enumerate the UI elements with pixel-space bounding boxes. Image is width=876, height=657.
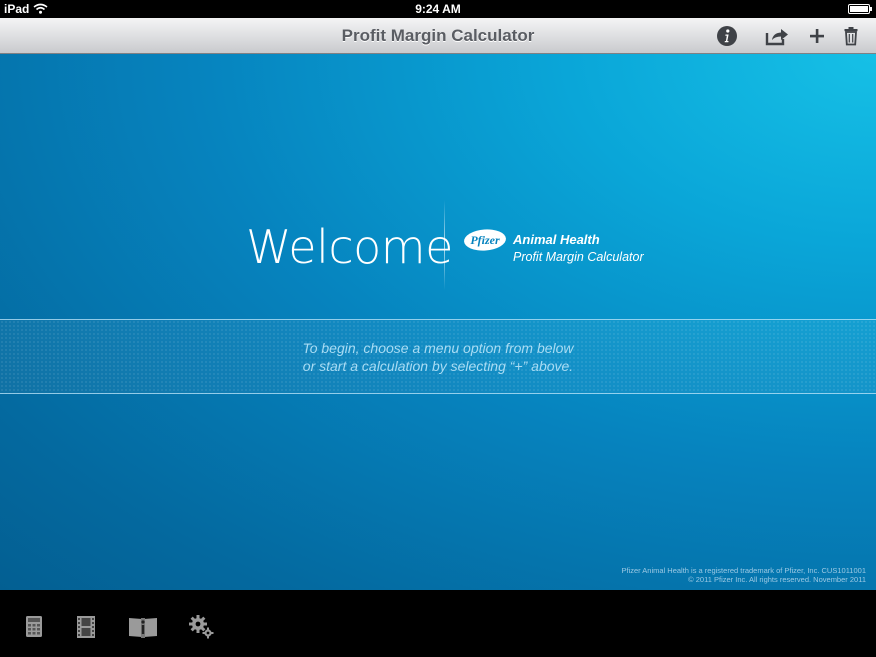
calculator-icon [26,616,42,637]
film-icon [77,616,95,638]
legal-line-1: Pfizer Animal Health is a registered tra… [621,566,866,575]
welcome-heading: Welcome [246,220,453,274]
plus-icon [810,29,824,43]
settings-button[interactable] [188,614,216,640]
bottom-toolbar [0,590,876,657]
status-time: 9:24 AM [415,2,461,16]
info-guide-button[interactable] [128,614,158,640]
trash-icon [844,27,858,46]
share-icon [765,29,788,46]
instruction-line-2: or start a calculation by selecting “+” … [302,358,574,374]
product-name: Profit Margin Calculator [513,250,644,264]
pfizer-logo: Pfizer [463,228,507,252]
add-calculation-button[interactable] [805,24,831,48]
instruction-line-1: To begin, choose a menu option from belo… [302,340,574,356]
page-title: Profit Margin Calculator [341,26,535,45]
info-icon [717,26,737,46]
status-bar: iPad 9:24 AM [0,0,876,18]
share-button[interactable] [764,24,790,48]
vertical-divider [444,200,445,290]
logo-wordmark: Pfizer [470,233,500,247]
navigation-bar: Profit Margin Calculator [0,18,876,54]
info-book-icon [129,618,157,638]
settings-gears-icon [189,615,214,639]
instruction-band: To begin, choose a menu option from belo… [0,319,876,394]
welcome-screen: Welcome Pfizer Animal Health Profit Marg… [0,54,876,590]
brand-name: Animal Health [513,232,600,247]
calculator-button[interactable] [22,614,46,640]
info-button[interactable] [715,24,741,48]
legal-notice: Pfizer Animal Health is a registered tra… [621,566,866,584]
battery-icon [848,4,872,14]
video-button[interactable] [74,614,98,640]
legal-line-2: © 2011 Pfizer Inc. All rights reserved. … [688,575,866,584]
delete-button[interactable] [839,24,865,48]
